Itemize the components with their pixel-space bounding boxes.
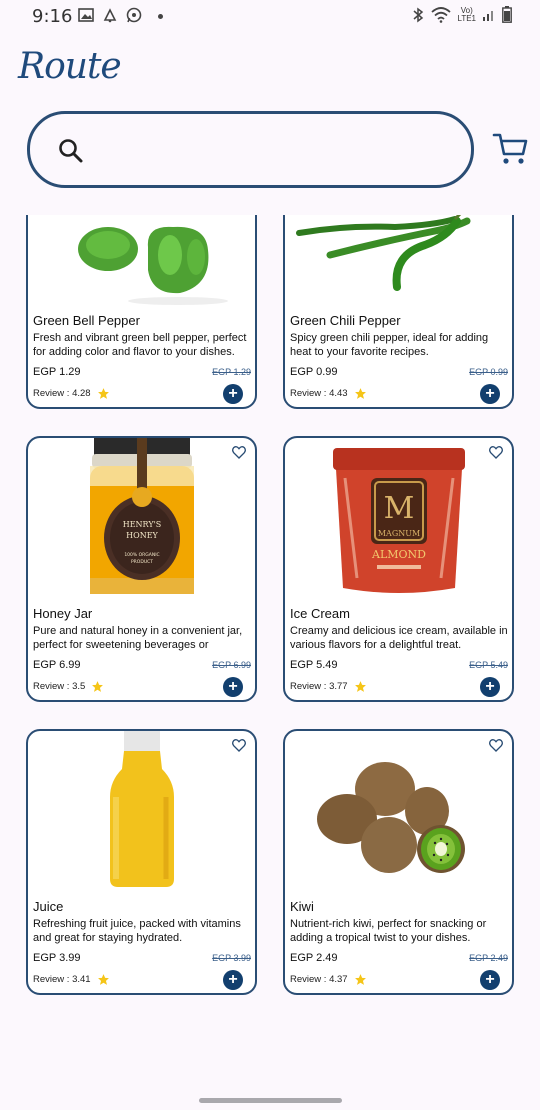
lte-bottom-label: LTE1 xyxy=(457,13,476,23)
product-price: EGP 2.49 xyxy=(290,952,338,964)
product-description: Spicy green chili pepper, ideal for addi… xyxy=(290,332,489,358)
product-name: Green Chili Pepper xyxy=(290,313,401,328)
add-to-cart-button[interactable]: + xyxy=(480,677,500,697)
product-old-price: EGP 1.29 xyxy=(212,367,251,377)
review-label: Review : 4.43 xyxy=(290,388,348,399)
add-to-cart-button[interactable]: + xyxy=(223,384,243,404)
cart-icon[interactable] xyxy=(492,131,528,167)
star-icon xyxy=(354,388,366,399)
product-review: Review : 4.28 xyxy=(33,387,110,400)
notification-dot-icon xyxy=(158,13,163,19)
plus-icon: + xyxy=(485,677,495,695)
product-review: Review : 3.77 xyxy=(290,680,367,693)
review-label: Review : 3.41 xyxy=(33,974,91,985)
product-card[interactable]: Juice Refreshing fruit juice, packed wit… xyxy=(26,729,257,995)
review-label: Review : 4.37 xyxy=(290,974,348,985)
bluetooth-icon xyxy=(413,7,424,22)
plus-icon: + xyxy=(228,677,238,695)
product-description: Creamy and delicious ice cream, availabl… xyxy=(290,625,508,651)
plus-icon: + xyxy=(228,384,238,402)
product-image xyxy=(110,731,174,887)
tub-label-flavor: ALMOND xyxy=(371,548,426,561)
product-name: Kiwi xyxy=(290,899,314,914)
search-icon[interactable] xyxy=(58,138,84,164)
add-to-cart-button[interactable]: + xyxy=(480,970,500,990)
product-price: EGP 6.99 xyxy=(33,659,81,671)
product-description: Refreshing fruit juice, packed with vita… xyxy=(33,918,241,944)
tub-label-brand: MAGNUM xyxy=(378,529,420,538)
product-old-price: EGP 3.99 xyxy=(212,953,251,963)
whatsapp-icon xyxy=(126,7,142,23)
product-name: Juice xyxy=(33,899,64,914)
gallery-icon xyxy=(78,8,94,22)
status-time: 9:16 xyxy=(32,6,73,27)
plus-icon: + xyxy=(485,384,495,402)
jar-label-product: HONEY xyxy=(126,531,158,540)
star-icon xyxy=(354,974,366,985)
alarm-icon xyxy=(103,8,117,23)
jar-label-tagline-2: PRODUCT xyxy=(131,559,153,565)
product-image xyxy=(78,226,228,305)
review-label: Review : 3.5 xyxy=(33,681,86,692)
product-description: Fresh and vibrant green bell pepper, per… xyxy=(33,332,247,358)
heart-icon[interactable] xyxy=(488,444,504,460)
product-card[interactable]: M MAGNUM ALMOND Ice Cream Creamy and del… xyxy=(283,436,514,702)
wifi-icon xyxy=(431,6,452,23)
product-review: Review : 3.5 xyxy=(33,680,104,693)
product-price: EGP 3.99 xyxy=(33,952,81,964)
plus-icon: + xyxy=(485,970,495,988)
product-old-price: EGP 2.49 xyxy=(469,953,508,963)
jar-label-tagline: 100% ORGANIC xyxy=(124,552,159,558)
product-name: Green Bell Pepper xyxy=(33,313,140,328)
add-to-cart-button[interactable]: + xyxy=(223,677,243,697)
product-card[interactable]: HENRY'S HONEY 100% ORGANIC PRODUCT Honey… xyxy=(26,436,257,702)
battery-icon xyxy=(502,6,512,23)
product-name: Honey Jar xyxy=(33,606,93,621)
review-label: Review : 4.28 xyxy=(33,388,91,399)
product-review: Review : 4.37 xyxy=(290,973,367,986)
plus-icon: + xyxy=(228,970,238,988)
product-old-price: EGP 6.99 xyxy=(212,660,251,670)
product-image: M MAGNUM ALMOND xyxy=(333,448,465,593)
product-review: Review : 3.41 xyxy=(33,973,110,986)
product-old-price: EGP 5.49 xyxy=(469,660,508,670)
product-image xyxy=(296,215,471,291)
product-price: EGP 5.49 xyxy=(290,659,338,671)
product-card[interactable]: Kiwi Nutrient-rich kiwi, perfect for sna… xyxy=(283,729,514,995)
star-icon xyxy=(97,388,109,399)
home-indicator[interactable] xyxy=(199,1098,342,1103)
status-bar: 9:16 Vo) LTE1 xyxy=(0,0,540,34)
add-to-cart-button[interactable]: + xyxy=(480,384,500,404)
product-description: Nutrient-rich kiwi, perfect for snacking… xyxy=(290,918,487,944)
search-bar[interactable] xyxy=(27,111,474,188)
product-price: EGP 0.99 xyxy=(290,366,338,378)
star-icon xyxy=(92,681,104,692)
product-description: Pure and natural honey in a convenient j… xyxy=(33,625,243,651)
product-name: Ice Cream xyxy=(290,606,350,621)
product-image: HENRY'S HONEY 100% ORGANIC PRODUCT xyxy=(90,438,194,594)
product-grid[interactable]: Green Bell Pepper Fresh and vibrant gree… xyxy=(0,215,540,1075)
product-card[interactable]: Green Bell Pepper Fresh and vibrant gree… xyxy=(26,215,257,409)
product-image xyxy=(317,762,465,873)
jar-label-brand: HENRY'S xyxy=(123,520,162,529)
product-review: Review : 4.43 xyxy=(290,387,367,400)
app-logo: Route xyxy=(18,46,122,87)
lte-indicator: Vo) LTE1 xyxy=(457,6,476,23)
product-card[interactable]: Green Chili Pepper Spicy green chili pep… xyxy=(283,215,514,409)
heart-icon[interactable] xyxy=(231,444,247,460)
add-to-cart-button[interactable]: + xyxy=(223,970,243,990)
product-price: EGP 1.29 xyxy=(33,366,81,378)
star-icon xyxy=(97,974,109,985)
product-old-price: EGP 0.99 xyxy=(469,367,508,377)
heart-icon[interactable] xyxy=(231,737,247,753)
tub-label-logo: M xyxy=(384,491,415,526)
search-input[interactable] xyxy=(100,134,450,168)
review-label: Review : 3.77 xyxy=(290,681,348,692)
heart-icon[interactable] xyxy=(488,737,504,753)
star-icon xyxy=(354,681,366,692)
signal-icon xyxy=(483,10,493,21)
